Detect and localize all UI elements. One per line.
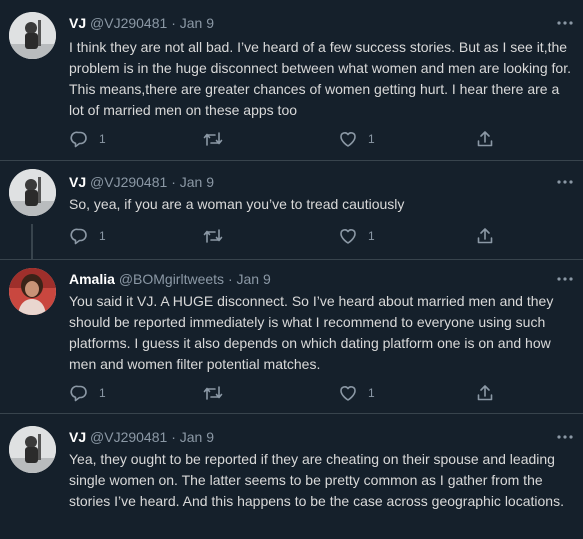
tweet-actions: 1 1 [69, 226, 569, 246]
tweet-text: I think they are not all bad. I’ve heard… [69, 39, 571, 118]
avatar[interactable] [9, 426, 56, 473]
tweet-header: Amalia @BOMgirltweets · Jan 9 [69, 270, 271, 288]
tweet-date[interactable]: Jan 9 [180, 15, 214, 31]
tweet[interactable]: VJ @VJ290481 · Jan 9 I think they are no… [0, 0, 583, 160]
share-button[interactable] [475, 226, 495, 246]
like-count: 1 [368, 386, 375, 400]
tweet-header: VJ @VJ290481 · Jan 9 [69, 14, 214, 32]
separator: · [171, 15, 176, 31]
reply-button[interactable]: 1 [69, 226, 106, 246]
like-button[interactable]: 1 [338, 129, 375, 149]
tweet-date[interactable]: Jan 9 [237, 271, 271, 287]
tweet-actions: 1 1 [69, 383, 569, 403]
author-handle[interactable]: @VJ290481 [90, 174, 167, 190]
tweet[interactable]: Amalia @BOMgirltweets · Jan 9 You said i… [0, 260, 583, 413]
reply-icon [70, 131, 87, 148]
reply-icon [70, 228, 87, 245]
retweet-icon [203, 132, 223, 146]
reply-count: 1 [99, 132, 106, 146]
author-name[interactable]: VJ [69, 15, 86, 31]
tweet-header: VJ @VJ290481 · Jan 9 [69, 428, 214, 446]
retweet-button[interactable] [202, 226, 234, 246]
reply-button[interactable]: 1 [69, 383, 106, 403]
avatar[interactable] [9, 12, 56, 59]
share-button[interactable] [475, 129, 495, 149]
tweet[interactable]: VJ @VJ290481 · Jan 9 So, yea, if you are… [0, 161, 583, 259]
more-icon[interactable] [556, 270, 574, 288]
author-name[interactable]: VJ [69, 174, 86, 190]
share-icon [477, 385, 493, 401]
tweet[interactable]: VJ @VJ290481 · Jan 9 Yea, they ought to … [0, 414, 583, 539]
separator: · [171, 174, 176, 190]
tweet-text: Yea, they ought to be reported if they a… [69, 451, 564, 509]
tweet-date[interactable]: Jan 9 [180, 174, 214, 190]
tweet-header: VJ @VJ290481 · Jan 9 [69, 173, 214, 191]
heart-icon [340, 386, 356, 401]
heart-icon [340, 132, 356, 147]
retweet-icon [203, 386, 223, 400]
avatar[interactable] [9, 268, 56, 315]
tweet-text: So, yea, if you are a woman you’ve to tr… [69, 196, 405, 212]
retweet-icon [203, 229, 223, 243]
reply-count: 1 [99, 386, 106, 400]
retweet-button[interactable] [202, 383, 234, 403]
author-name[interactable]: VJ [69, 429, 86, 445]
avatar[interactable] [9, 169, 56, 216]
like-count: 1 [368, 229, 375, 243]
author-handle[interactable]: @VJ290481 [90, 15, 167, 31]
heart-icon [340, 229, 356, 244]
share-icon [477, 228, 493, 244]
separator: · [171, 429, 176, 445]
reply-button[interactable]: 1 [69, 129, 106, 149]
like-button[interactable]: 1 [338, 226, 375, 246]
more-icon[interactable] [556, 173, 574, 191]
more-icon[interactable] [556, 428, 574, 446]
like-button[interactable]: 1 [338, 383, 375, 403]
reply-icon [70, 385, 87, 402]
author-handle[interactable]: @BOMgirltweets [119, 271, 224, 287]
tweet-date[interactable]: Jan 9 [180, 429, 214, 445]
share-icon [477, 131, 493, 147]
tweet-text: You said it VJ. A HUGE disconnect. So I’… [69, 293, 554, 372]
separator: · [227, 271, 233, 287]
tweet-actions: 1 1 [69, 129, 569, 149]
reply-count: 1 [99, 229, 106, 243]
retweet-button[interactable] [202, 129, 234, 149]
more-icon[interactable] [556, 14, 574, 32]
share-button[interactable] [475, 383, 495, 403]
author-handle[interactable]: @VJ290481 [90, 429, 167, 445]
like-count: 1 [368, 132, 375, 146]
author-name[interactable]: Amalia [69, 271, 115, 287]
